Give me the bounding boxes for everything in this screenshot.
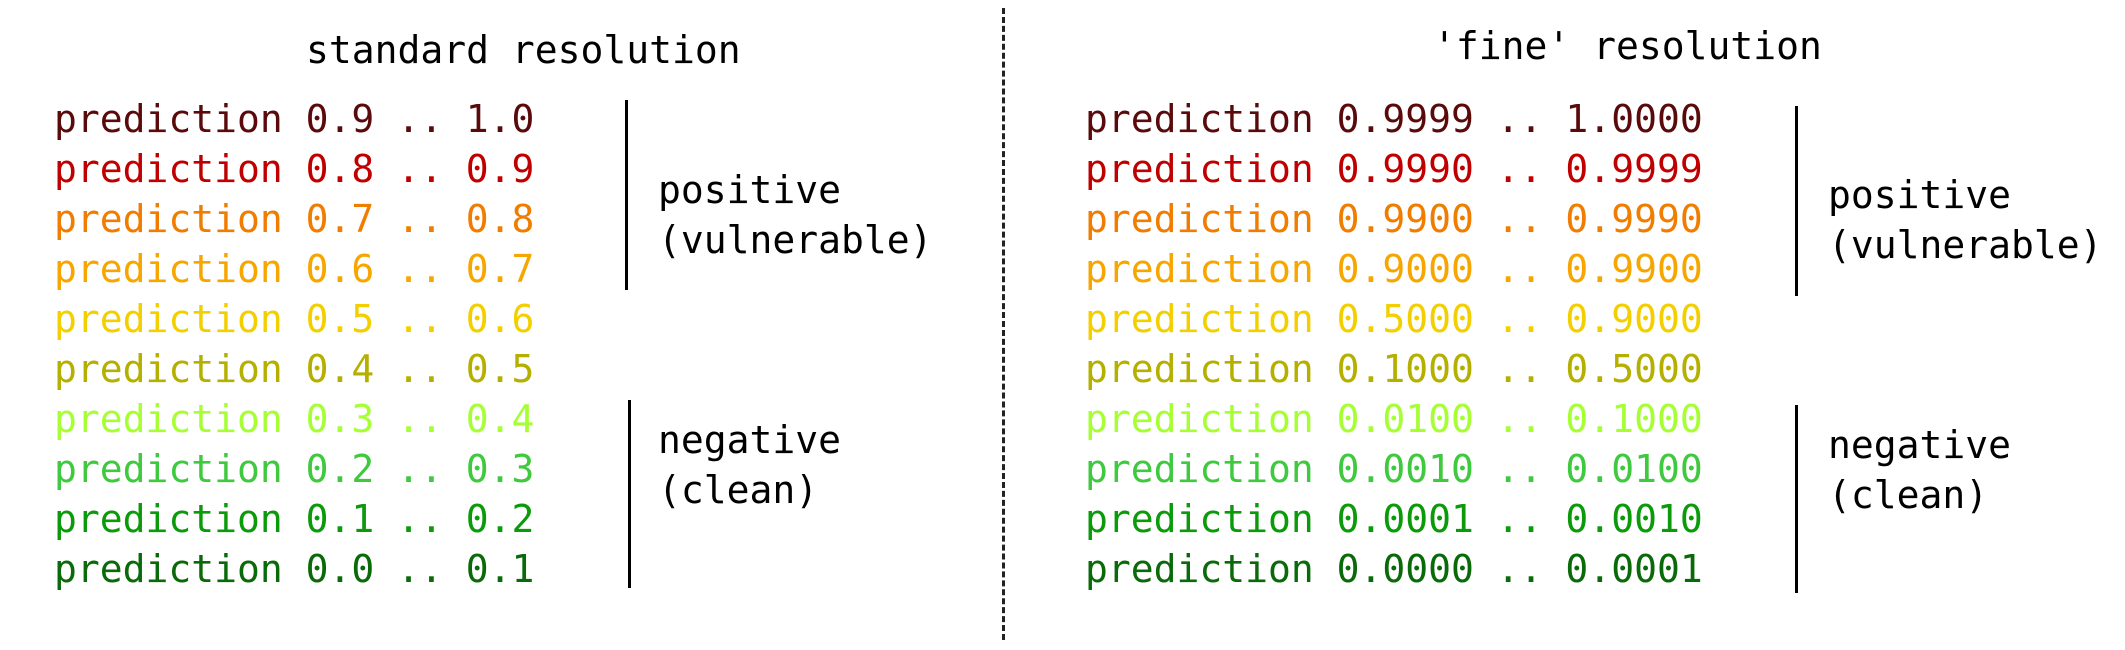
prediction-row: prediction 0.8 .. 0.9 xyxy=(54,147,535,191)
prediction-row: prediction 0.9900 .. 0.9990 xyxy=(1085,197,1703,241)
prediction-row: prediction 0.7 .. 0.8 xyxy=(54,197,535,241)
positive-label: positive xyxy=(658,168,842,212)
panel-title: standard resolution xyxy=(306,28,741,72)
prediction-row: prediction 0.4 .. 0.5 xyxy=(54,347,535,391)
panel-title: 'fine' resolution xyxy=(1433,24,1822,68)
prediction-row: prediction 0.9000 .. 0.9900 xyxy=(1085,247,1703,291)
prediction-row: prediction 0.5 .. 0.6 xyxy=(54,297,535,341)
prediction-row: prediction 0.9 .. 1.0 xyxy=(54,97,535,141)
prediction-row: prediction 0.0100 .. 0.1000 xyxy=(1085,397,1703,441)
prediction-row: prediction 0.2 .. 0.3 xyxy=(54,447,535,491)
prediction-row: prediction 0.6 .. 0.7 xyxy=(54,247,535,291)
positive-bracket xyxy=(1795,106,1798,296)
prediction-row: prediction 0.9999 .. 1.0000 xyxy=(1085,97,1703,141)
vulnerable-label: (vulnerable) xyxy=(1828,223,2103,267)
prediction-list: prediction 0.9 .. 1.0 prediction 0.8 .. … xyxy=(54,94,534,594)
vulnerable-label: (vulnerable) xyxy=(658,218,933,262)
positive-bracket xyxy=(625,100,628,290)
fine-resolution-panel: 'fine' resolution prediction 0.9999 .. 1… xyxy=(1005,0,2125,650)
prediction-row: prediction 0.5000 .. 0.9000 xyxy=(1085,297,1703,341)
prediction-row: prediction 0.3 .. 0.4 xyxy=(54,397,535,441)
negative-bracket xyxy=(1795,405,1798,593)
prediction-row: prediction 0.0010 .. 0.0100 xyxy=(1085,447,1703,491)
prediction-row: prediction 0.1000 .. 0.5000 xyxy=(1085,347,1703,391)
prediction-row: prediction 0.0 .. 0.1 xyxy=(54,547,535,591)
prediction-row: prediction 0.9990 .. 0.9999 xyxy=(1085,147,1703,191)
prediction-row: prediction 0.0001 .. 0.0010 xyxy=(1085,497,1703,541)
clean-label: (clean) xyxy=(658,468,819,512)
negative-bracket xyxy=(628,400,631,588)
prediction-list: prediction 0.9999 .. 1.0000 prediction 0… xyxy=(1085,94,1703,594)
standard-resolution-panel: standard resolution prediction 0.9 .. 1.… xyxy=(0,0,1000,650)
prediction-row: prediction 0.1 .. 0.2 xyxy=(54,497,535,541)
prediction-row: prediction 0.0000 .. 0.0001 xyxy=(1085,547,1703,591)
negative-label: negative xyxy=(1828,423,2012,467)
clean-label: (clean) xyxy=(1828,473,1989,517)
negative-label: negative xyxy=(658,418,842,462)
positive-label: positive xyxy=(1828,173,2012,217)
